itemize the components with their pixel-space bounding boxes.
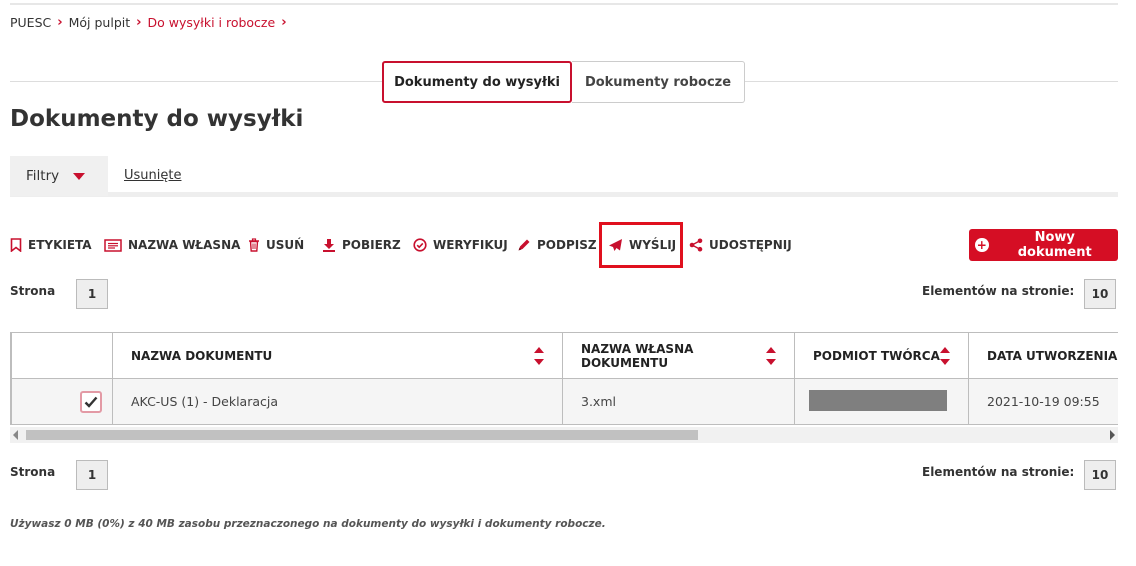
checkmark-icon	[84, 396, 98, 408]
filters-label: Filtry	[26, 168, 60, 184]
table-header-row: NAZWA DOKUMENTU NAZWA WŁASNA DOKUMENTU P…	[11, 332, 1118, 379]
check-circle-icon	[413, 238, 427, 252]
document-tabs: Dokumenty do wysyłki Dokumenty robocze	[382, 61, 745, 103]
breadcrumb-puesc[interactable]: PUESC	[10, 15, 51, 30]
download-button[interactable]: POBIERZ	[322, 232, 401, 258]
per-page-label-bottom: Elementów na stronie:	[922, 465, 1075, 479]
sign-button[interactable]: PODPISZ	[517, 232, 597, 258]
sort-icon[interactable]	[766, 346, 776, 365]
sort-icon[interactable]	[940, 346, 950, 365]
tab-draft-documents[interactable]: Dokumenty robocze	[572, 61, 745, 103]
deleted-link[interactable]: Usunięte	[124, 168, 181, 183]
filters-toggle[interactable]: Filtry	[10, 156, 108, 196]
pencil-icon	[518, 239, 530, 251]
download-icon	[323, 239, 335, 252]
own-name-button[interactable]: NAZWA WŁASNA	[104, 232, 240, 258]
caret-down-icon	[73, 172, 86, 180]
share-button[interactable]: UDOSTĘPNIJ	[689, 232, 792, 258]
scroll-left-arrow-icon[interactable]	[13, 430, 18, 440]
horizontal-scrollbar[interactable]	[10, 427, 1118, 443]
plus-circle-icon: +	[975, 238, 989, 252]
new-document-button[interactable]: + Nowy dokument	[969, 229, 1118, 261]
tab-documents-to-send[interactable]: Dokumenty do wysyłki	[382, 61, 572, 103]
redacted-block	[809, 389, 947, 411]
top-divider	[10, 3, 1118, 5]
column-header-name[interactable]: NAZWA DOKUMENTU	[112, 332, 563, 379]
page-label-bottom: Strona	[10, 465, 56, 479]
scrollbar-thumb[interactable]	[26, 430, 698, 440]
chevron-right-icon: ›	[57, 15, 63, 30]
sort-icon[interactable]	[534, 346, 544, 365]
share-icon	[689, 238, 703, 252]
column-header-creator[interactable]: PODMIOT TWÓRCA	[794, 332, 969, 379]
select-column-header	[11, 332, 113, 379]
breadcrumb: PUESC › Mój pulpit › Do wysyłki i robocz…	[10, 15, 293, 30]
per-page-label: Elementów na stronie:	[922, 284, 1075, 298]
chevron-right-icon: ›	[136, 15, 142, 30]
verify-button[interactable]: WERYFIKUJ	[413, 232, 508, 258]
filters-bar: Filtry Usunięte	[10, 156, 1118, 197]
id-card-icon	[104, 238, 122, 252]
cell-document-name: AKC-US (1) - Deklaracja	[112, 378, 563, 425]
per-page-select-bottom[interactable]: 10	[1084, 460, 1116, 490]
page-label: Strona	[10, 284, 56, 298]
label-button[interactable]: ETYKIETA	[10, 232, 92, 258]
row-select-cell	[11, 378, 113, 425]
breadcrumb-current[interactable]: Do wysyłki i robocze	[148, 15, 276, 30]
column-header-created[interactable]: DATA UTWORZENIA	[968, 332, 1118, 379]
cell-own-name: 3.xml	[562, 378, 795, 425]
row-checkbox[interactable]	[80, 390, 102, 413]
table-row[interactable]: AKC-US (1) - Deklaracja 3.xml 2021-10-19…	[11, 378, 1118, 425]
delete-button[interactable]: USUŃ	[248, 232, 304, 258]
page-number-input-bottom[interactable]: 1	[76, 460, 108, 490]
scroll-right-arrow-icon[interactable]	[1110, 430, 1115, 440]
page-number-input[interactable]: 1	[76, 279, 108, 309]
page-title: Dokumenty do wysyłki	[10, 106, 304, 132]
bookmark-icon	[10, 238, 22, 252]
column-header-own-name[interactable]: NAZWA WŁASNA DOKUMENTU	[562, 332, 795, 379]
cell-creator	[794, 378, 969, 425]
storage-usage-note: Używasz 0 MB (0%) z 40 MB zasobu przezna…	[10, 518, 606, 530]
breadcrumb-dashboard[interactable]: Mój pulpit	[69, 15, 131, 30]
chevron-right-icon: ›	[281, 15, 287, 30]
send-highlight-box	[599, 222, 683, 268]
documents-table: NAZWA DOKUMENTU NAZWA WŁASNA DOKUMENTU P…	[10, 332, 1118, 425]
per-page-select[interactable]: 10	[1084, 279, 1116, 309]
trash-icon	[249, 238, 259, 252]
cell-created-date: 2021-10-19 09:55	[968, 378, 1118, 425]
